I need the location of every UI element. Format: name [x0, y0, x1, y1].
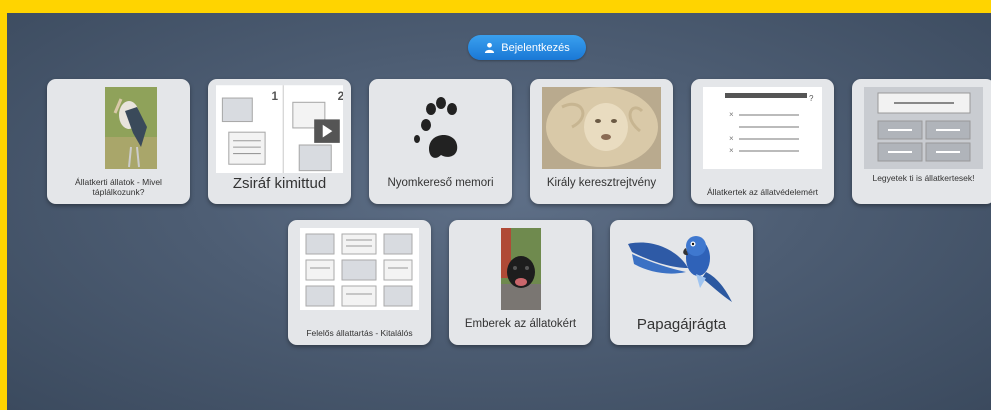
activity-card-king-crossword[interactable]: Király keresztrejtvény [530, 79, 673, 204]
card-label: Zsiráf kimittud [232, 174, 327, 192]
activity-card-track-memory[interactable]: Nyomkereső memori [369, 79, 512, 204]
paw-print-icon [414, 97, 458, 158]
svg-text:×: × [729, 134, 734, 143]
svg-text:?: ? [809, 94, 814, 103]
card-label: Állatkertek az állatvédelemért [706, 187, 819, 198]
card-label: Legyetek ti is állatkertesek! [872, 173, 975, 184]
card-label: Nyomkereső memori [387, 176, 494, 189]
svg-text:2: 2 [338, 90, 343, 103]
card-label: Felelős állattartás - Kitalálós [306, 328, 413, 339]
activity-card-zoos-animal-protection[interactable]: ? × × × Állatkertek az állatvédelemért [691, 79, 834, 204]
stork-photo [59, 87, 178, 169]
activity-card-responsible-pet-keeping[interactable]: Felelős állattartás - Kitalálós [288, 220, 431, 345]
page-frame: Bejelentkezés Állatkerti állatok - Mivel… [0, 0, 991, 410]
svg-text:1: 1 [271, 90, 278, 103]
card-label: Emberek az állatokért [464, 317, 577, 330]
activity-card-people-for-animals[interactable]: Emberek az állatokért [449, 220, 592, 345]
login-button[interactable]: Bejelentkezés [468, 35, 586, 60]
lion-photo [542, 87, 661, 169]
activity-card-giraffe-quiz[interactable]: 1 2 Zsiráf kimittud [208, 79, 351, 204]
card-label: Király keresztrejtvény [546, 176, 657, 189]
activity-card-parrot[interactable]: Papagájrágta [610, 220, 753, 345]
quiz-layout-icon: 1 2 [216, 85, 343, 173]
parrot-image [628, 236, 732, 302]
match-layout-icon [864, 87, 983, 169]
svg-text:×: × [729, 146, 734, 155]
grid-layout-icon [300, 228, 419, 310]
checklist-icon: ? × × × [703, 87, 822, 169]
dog-photo [461, 228, 580, 310]
activity-card-be-zoo-keepers[interactable]: Legyetek ti is állatkertesek! [852, 79, 991, 204]
user-icon [485, 42, 495, 53]
activity-gallery: Bejelentkezés Állatkerti állatok - Mivel… [7, 13, 991, 410]
card-label: Papagájrágta [636, 315, 727, 333]
card-label: Állatkerti állatok - Mivel táplálkozunk? [75, 177, 162, 198]
activity-card-zoo-animals-feeding[interactable]: Állatkerti állatok - Mivel táplálkozunk? [47, 79, 190, 204]
login-label: Bejelentkezés [501, 41, 570, 54]
svg-text:×: × [729, 110, 734, 119]
